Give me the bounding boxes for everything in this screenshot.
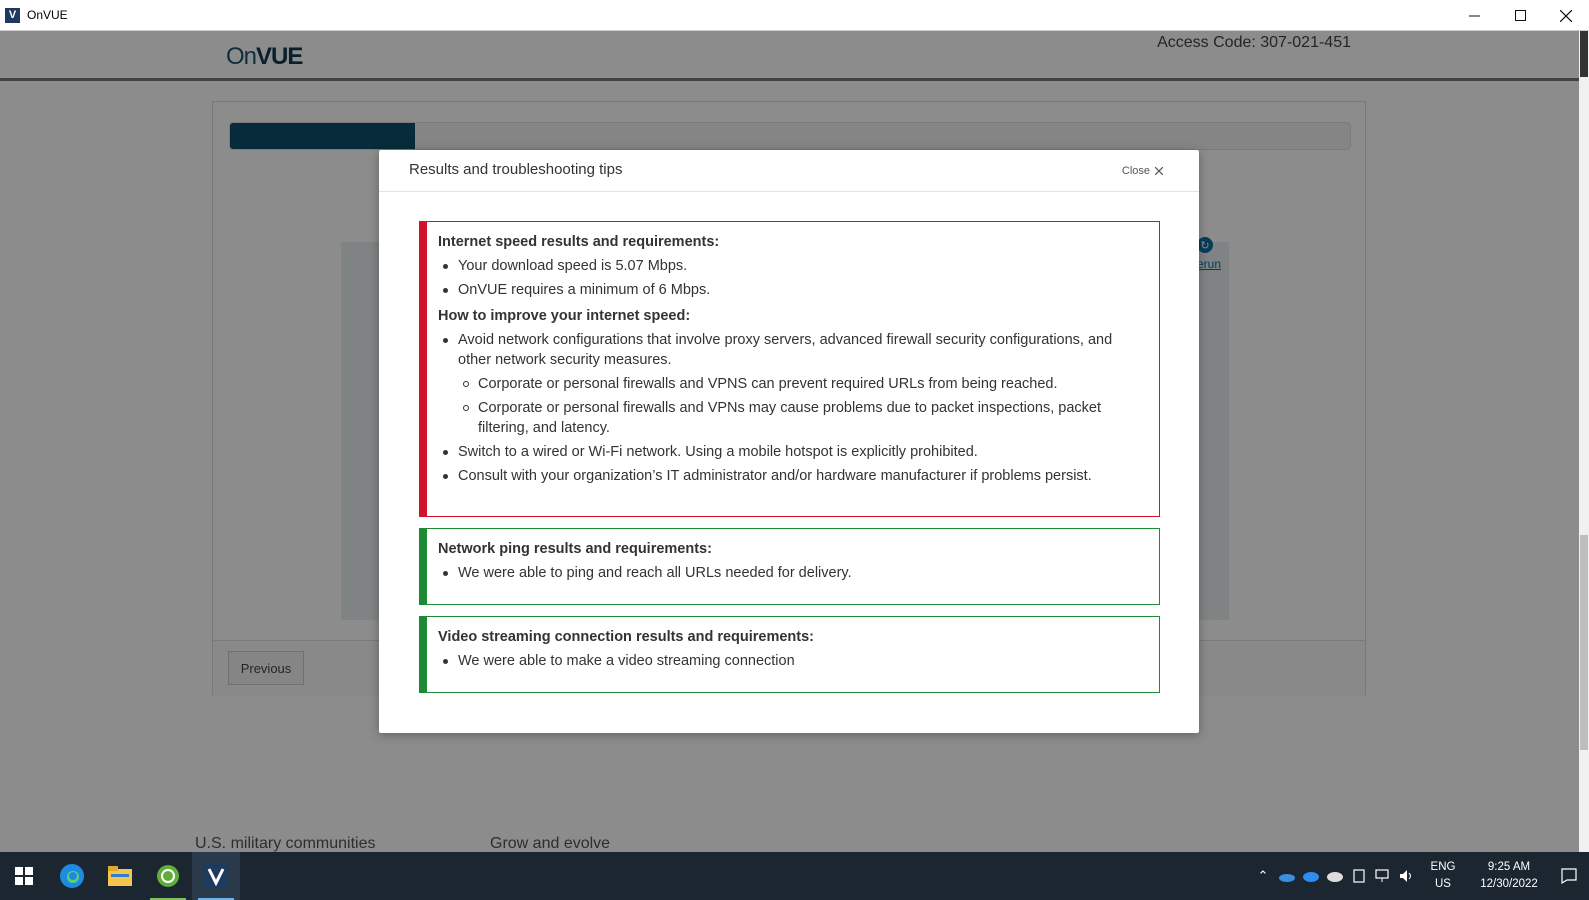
video-streaming-heading: Video streaming connection results and r… (438, 629, 815, 645)
cloud-icon[interactable] (1323, 852, 1347, 900)
taskbar-edge[interactable] (48, 852, 96, 900)
maximize-icon (1514, 10, 1526, 21)
onedrive-cloud-icon[interactable] (1299, 852, 1323, 900)
close-label: Close (1121, 165, 1150, 177)
onvue-app-icon: V (5, 7, 20, 23)
maximize-button[interactable] (1497, 0, 1543, 31)
green-app-icon (157, 865, 179, 887)
list-item: Consult with your organization’s IT admi… (438, 466, 1145, 486)
minimize-button[interactable] (1451, 0, 1497, 31)
taskbar-green-app[interactable] (144, 852, 192, 900)
scrollbar-thumb-dimmed (1580, 535, 1588, 750)
notification-icon (1561, 868, 1577, 884)
network-ping-heading: Network ping results and requirements: (438, 541, 712, 557)
network-ping-result: Network ping results and requirements: W… (419, 528, 1160, 605)
onedrive-sync-icon[interactable] (1275, 852, 1299, 900)
list-item: Switch to a wired or Wi-Fi network. Usin… (438, 442, 1145, 462)
window-titlebar: V OnVUE (0, 0, 1589, 31)
close-window-button[interactable] (1543, 0, 1589, 31)
close-icon (1560, 9, 1572, 22)
start-button[interactable] (0, 852, 48, 900)
file-explorer-icon (108, 866, 132, 886)
notification-button[interactable] (1549, 852, 1589, 900)
improve-speed-heading: How to improve your internet speed: (438, 308, 691, 324)
internet-speed-heading: Internet speed results and requirements: (438, 234, 720, 250)
edge-icon (60, 864, 84, 888)
taskbar-onvue[interactable] (192, 852, 240, 900)
sub-list-item: Corporate or personal firewalls and VPNs… (438, 398, 1145, 438)
network-icon[interactable] (1371, 852, 1395, 900)
clock[interactable]: 9:25 AM 12/30/2022 (1469, 859, 1549, 893)
sub-list-item: Corporate or personal firewalls and VPNS… (438, 374, 1145, 394)
modal-close-button[interactable]: Close (1122, 165, 1163, 177)
app-scrollbar[interactable] (1579, 31, 1589, 861)
internet-speed-result: Internet speed results and requirements:… (419, 221, 1160, 517)
windows-start-icon (15, 867, 33, 885)
list-item: We were able to ping and reach all URLs … (438, 563, 1145, 583)
taskbar-file-explorer[interactable] (96, 852, 144, 900)
scrollbar-thumb[interactable] (1580, 31, 1588, 77)
results-modal: Results and troubleshooting tips Close I… (379, 150, 1199, 733)
system-tray: ⌃ ENG US 9:25 AM 12/30/2022 (1251, 852, 1589, 900)
modal-header: Results and troubleshooting tips Close (379, 150, 1199, 192)
list-item: OnVUE requires a minimum of 6 Mbps. (438, 280, 1145, 300)
minimize-icon (1468, 15, 1480, 17)
modal-title: Results and troubleshooting tips (409, 161, 623, 178)
volume-icon[interactable] (1395, 852, 1419, 900)
windows-taskbar: ⌃ ENG US 9:25 AM 12/30/2022 (0, 852, 1589, 900)
language-indicator[interactable]: ENG US (1425, 859, 1461, 893)
chevron-up-icon[interactable]: ⌃ (1251, 852, 1275, 900)
list-item: We were able to make a video streaming c… (438, 651, 1145, 671)
list-item: Your download speed is 5.07 Mbps. (438, 256, 1145, 276)
video-streaming-result: Video streaming connection results and r… (419, 616, 1160, 693)
onvue-icon (204, 864, 228, 888)
close-icon (1155, 167, 1163, 175)
list-item: Avoid network configurations that involv… (438, 330, 1145, 370)
meet-now-icon[interactable] (1347, 852, 1371, 900)
window-title: OnVUE (27, 8, 68, 22)
